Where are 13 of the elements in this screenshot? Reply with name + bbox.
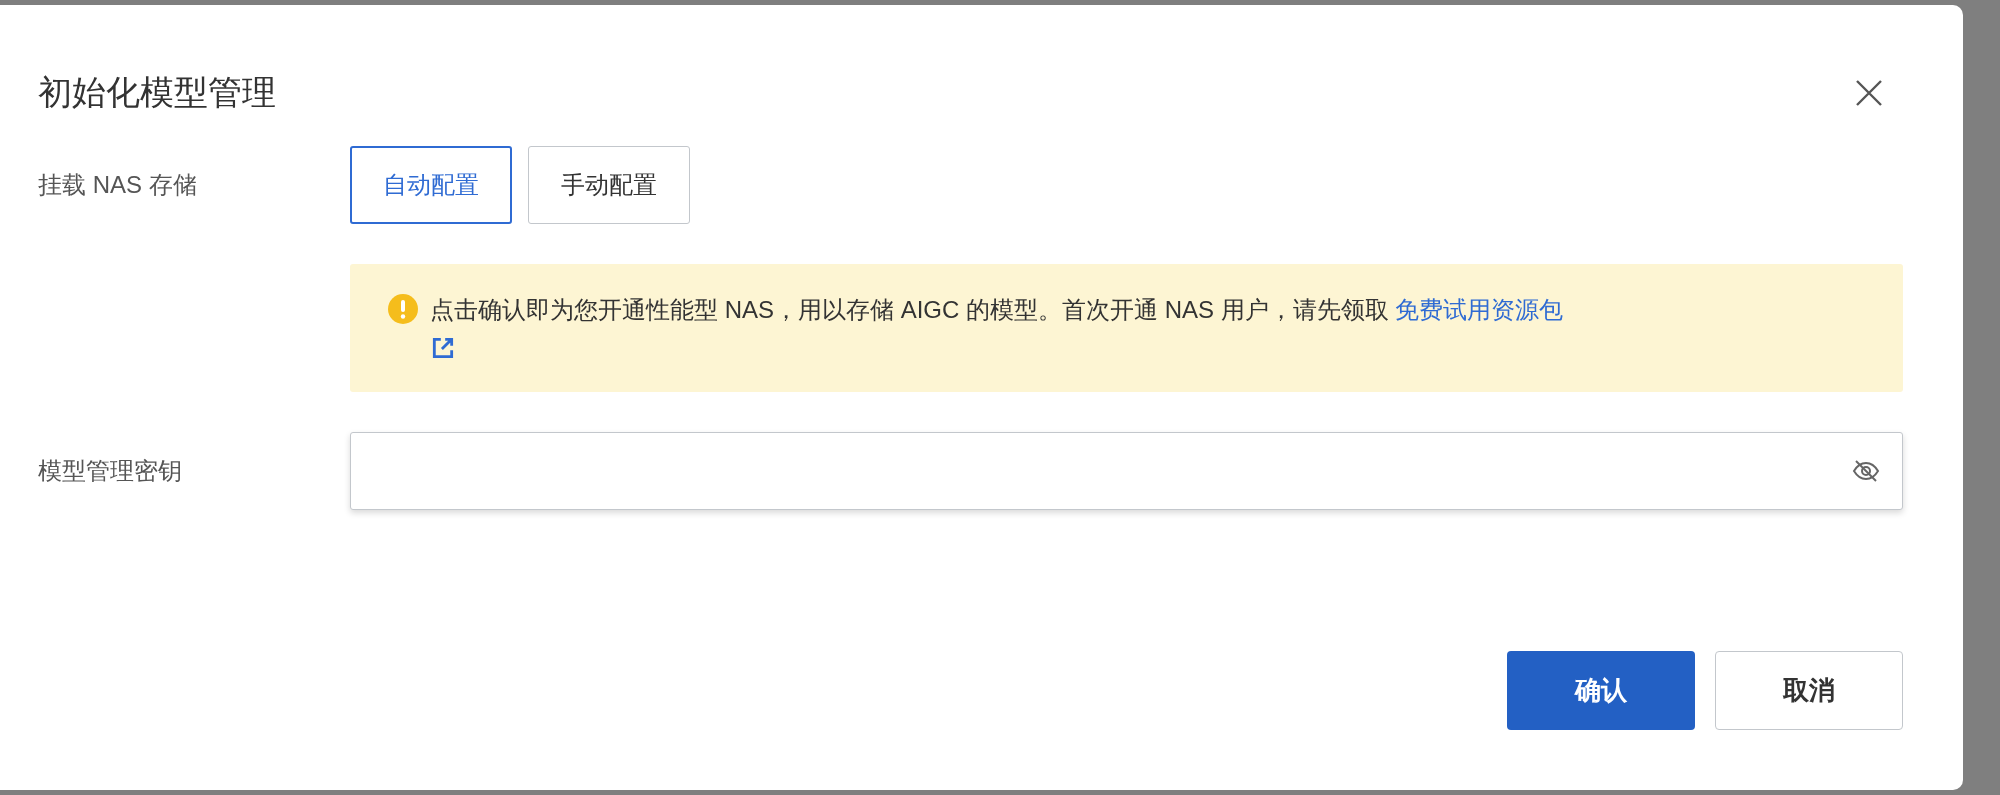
hidden-eye-icon[interactable] — [1852, 459, 1880, 483]
field-label: 模型管理密钥 — [38, 456, 183, 486]
segment-option[interactable]: 自动配置 — [350, 146, 512, 224]
segment-option[interactable]: 手动配置 — [528, 146, 690, 224]
close-icon[interactable] — [1855, 78, 1883, 107]
free-trial-link[interactable]: 免费试用资源包 — [1395, 296, 1564, 323]
password-field[interactable] — [350, 432, 1903, 510]
warning-icon — [388, 294, 418, 324]
cancel-button[interactable]: 取消 — [1715, 651, 1903, 730]
field-label: 挂载 NAS 存储 — [38, 170, 198, 200]
confirm-button[interactable]: 确认 — [1507, 651, 1695, 730]
notice-text: 点击确认即为您开通性能型 NAS，用以存储 AIGC 的模型。首次开通 NAS 用户，请先领取 免费试用资源包 — [430, 292, 1564, 364]
dialog-title: 初始化模型管理 — [38, 72, 276, 113]
